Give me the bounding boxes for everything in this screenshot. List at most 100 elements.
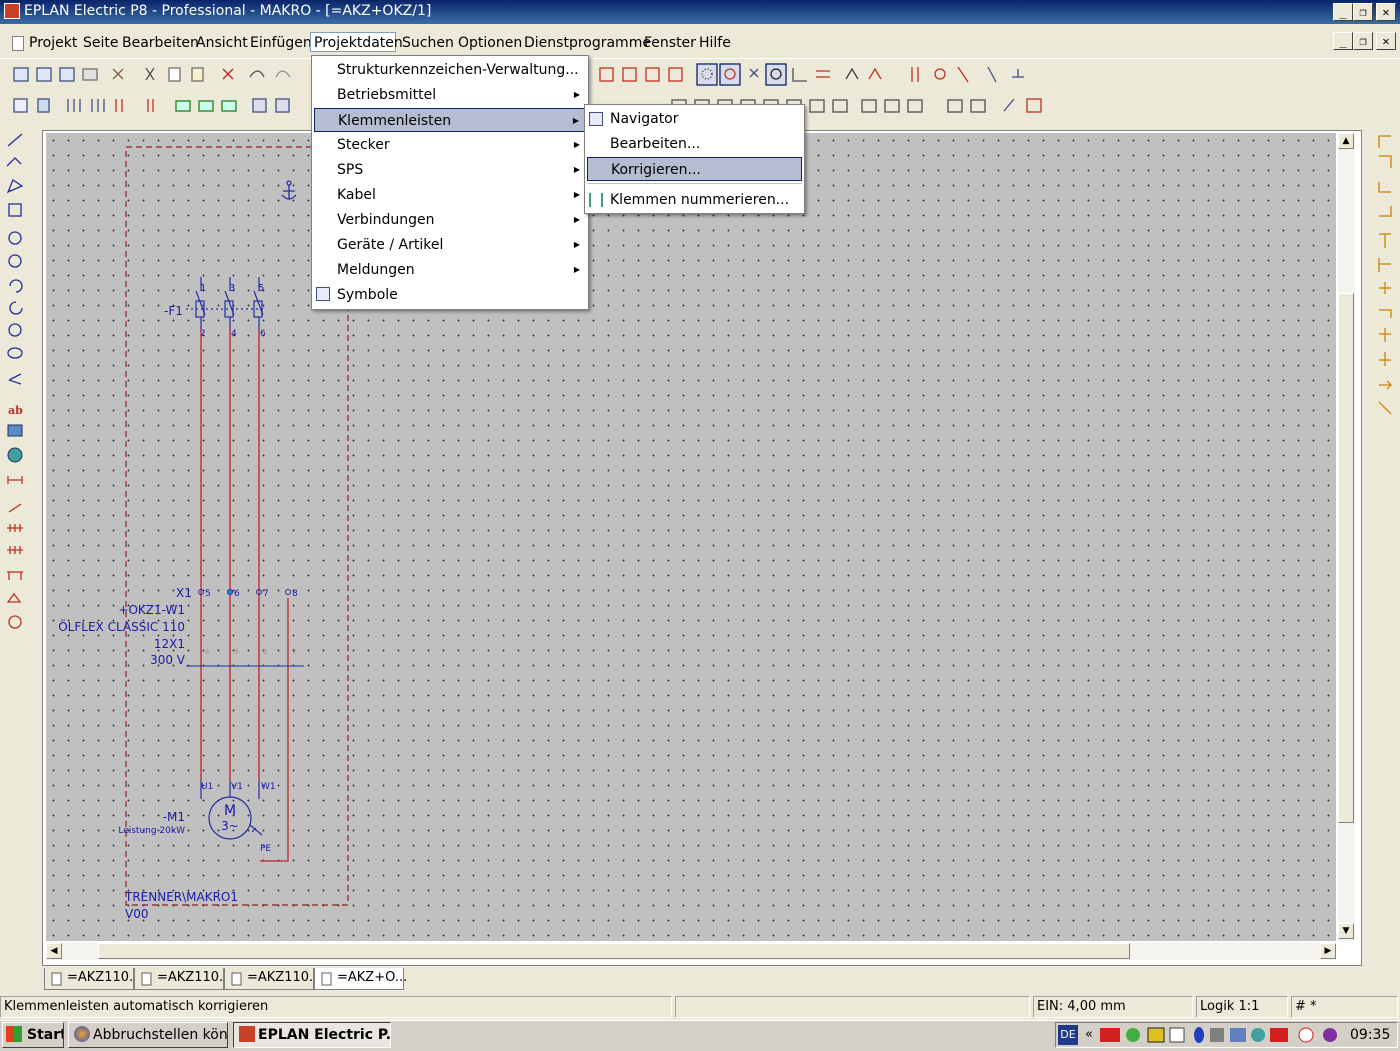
menu-suchen[interactable]: Suchen bbox=[399, 33, 457, 53]
tray-expand-icon[interactable]: « bbox=[1085, 1027, 1093, 1042]
task-label: Abbruchstellen kön... bbox=[93, 1027, 228, 1043]
menu-dienstprogramme[interactable]: Dienstprogramme bbox=[521, 33, 654, 53]
numbering-icon bbox=[589, 193, 603, 207]
close-button[interactable]: ✕ bbox=[1376, 3, 1396, 21]
motor-m-label: M bbox=[224, 803, 236, 819]
cable-id: +OKZ1-W1 bbox=[118, 603, 185, 617]
task-firefox[interactable]: Abbruchstellen kön... bbox=[68, 1022, 228, 1048]
task-eplan[interactable]: EPLAN Electric P... bbox=[233, 1022, 391, 1048]
projektdaten-menu: Strukturkennzeichen-Verwaltung... Betrie… bbox=[311, 55, 589, 310]
menu-projektdaten[interactable]: Projektdaten bbox=[310, 32, 403, 52]
menu-bearbeiten[interactable]: Bearbeiten bbox=[119, 33, 202, 53]
status-empty bbox=[675, 996, 1030, 1018]
doc-minimize-button[interactable]: _ bbox=[1333, 32, 1353, 50]
motor-label: -M1 bbox=[163, 810, 185, 824]
status-hash: # * bbox=[1291, 996, 1398, 1018]
menu-item-meldungen[interactable]: Meldungen ▶ bbox=[314, 258, 586, 282]
submenu-item-korrigieren[interactable]: Korrigieren... bbox=[587, 157, 802, 181]
macro-variant: V00 bbox=[125, 907, 148, 921]
window-title: EPLAN Electric P8 - Professional - MAKRO… bbox=[24, 3, 432, 19]
left-drawing-toolbar[interactable]: ab bbox=[2, 128, 30, 638]
scroll-left-button[interactable]: ◀ bbox=[46, 943, 62, 959]
terminal-7: 7 bbox=[263, 589, 269, 599]
menu-item-stecker[interactable]: Stecker ▶ bbox=[314, 133, 586, 157]
app-icon[interactable] bbox=[4, 3, 20, 19]
menu-projekt[interactable]: Projekt bbox=[26, 33, 80, 53]
menu-optionen[interactable]: Optionen bbox=[455, 33, 525, 53]
fuse-pin-3: 3 bbox=[229, 283, 235, 294]
cable-voltage: 300 V bbox=[150, 653, 186, 667]
menu-bar: Projekt Seite Bearbeiten Ansicht Einfüge… bbox=[0, 30, 1400, 54]
submenu-item-klemmen-nummerieren[interactable]: Klemmen nummerieren... bbox=[587, 188, 802, 212]
core-4: 4 bbox=[205, 648, 210, 656]
menu-fenster[interactable]: Fenster bbox=[641, 33, 699, 53]
svg-text:ab: ab bbox=[8, 404, 23, 417]
menu-ansicht[interactable]: Ansicht bbox=[193, 33, 251, 53]
status-ein: EIN: 4,00 mm bbox=[1033, 996, 1193, 1018]
core-6: 6 bbox=[263, 648, 268, 656]
terminal-strip-label: X1 bbox=[176, 586, 192, 600]
doc-restore-button[interactable]: ❐ bbox=[1353, 32, 1373, 50]
menu-item-strukturkennzeichen[interactable]: Strukturkennzeichen-Verwaltung... bbox=[314, 58, 586, 82]
tray-icons[interactable] bbox=[1098, 1025, 1343, 1045]
menu-item-geraete-artikel[interactable]: Geräte / Artikel ▶ bbox=[314, 233, 586, 257]
scroll-up-button[interactable]: ▲ bbox=[1338, 133, 1354, 149]
status-logik: Logik 1:1 bbox=[1196, 996, 1288, 1018]
menu-item-symbole[interactable]: Symbole bbox=[314, 283, 586, 307]
minimize-button[interactable]: _ bbox=[1333, 3, 1353, 21]
fuse-label: -F1 bbox=[164, 304, 183, 318]
anchor-icon bbox=[281, 180, 297, 200]
core-7: 7 bbox=[292, 648, 296, 656]
motor-pin-u1: U1 bbox=[201, 782, 213, 792]
vertical-scroll-thumb[interactable] bbox=[1338, 293, 1354, 823]
terminal-5: 5 bbox=[205, 589, 211, 599]
menu-item-betriebsmittel[interactable]: Betriebsmittel ▶ bbox=[314, 83, 586, 107]
motor-pin-w1: W1 bbox=[261, 782, 276, 792]
doc-close-button[interactable]: ✕ bbox=[1376, 32, 1396, 50]
fuse-pin-5: 5 bbox=[258, 283, 264, 294]
vertical-scrollbar[interactable]: ▲ ▼ bbox=[1338, 133, 1355, 941]
clock: 09:35 bbox=[1350, 1027, 1391, 1043]
horizontal-scrollbar[interactable]: ◀ ▶ bbox=[46, 943, 1336, 960]
terminal-6: 6 bbox=[234, 589, 240, 599]
fuse-switch bbox=[186, 277, 266, 329]
firefox-icon bbox=[74, 1026, 90, 1042]
menu-item-sps[interactable]: SPS ▶ bbox=[314, 158, 586, 182]
cable-type: ÖLFLEX CLASSIC 110 bbox=[58, 618, 185, 634]
language-indicator[interactable]: DE bbox=[1058, 1025, 1078, 1045]
menu-einfuegen[interactable]: Einfügen bbox=[247, 33, 315, 53]
motor-power: Leistung 20kW bbox=[118, 826, 185, 836]
symbol-library-icon bbox=[316, 287, 330, 301]
menu-hilfe[interactable]: Hilfe bbox=[696, 33, 734, 53]
terminal-8: 8 bbox=[292, 589, 298, 599]
document-icon bbox=[12, 36, 24, 51]
page-tab-icons bbox=[51, 972, 332, 986]
terminals bbox=[198, 589, 291, 595]
submenu-separator bbox=[587, 183, 802, 184]
motor-pin-v1: V1 bbox=[231, 782, 243, 792]
submenu-item-navigator[interactable]: Navigator bbox=[587, 107, 802, 131]
menu-seite[interactable]: Seite bbox=[80, 33, 122, 53]
navigator-icon bbox=[589, 112, 603, 126]
macro-name: TRENNER\MAKRO1 bbox=[124, 890, 238, 904]
status-message: Klemmenleisten automatisch korrigieren bbox=[0, 996, 672, 1018]
fuse-pin-6: 6 bbox=[260, 329, 266, 339]
core-5: 5 bbox=[234, 648, 238, 656]
cable-cores: 12X1 bbox=[154, 637, 185, 651]
horizontal-scroll-thumb[interactable] bbox=[98, 943, 1130, 959]
right-connection-toolbar[interactable] bbox=[1373, 128, 1399, 428]
restore-button[interactable]: ❐ bbox=[1353, 3, 1373, 21]
scroll-down-button[interactable]: ▼ bbox=[1338, 923, 1354, 939]
task-label: EPLAN Electric P... bbox=[258, 1027, 391, 1043]
motor-phase-label: 3~ bbox=[221, 819, 239, 833]
menu-item-kabel[interactable]: Kabel ▶ bbox=[314, 183, 586, 207]
submenu-item-bearbeiten[interactable]: Bearbeiten... bbox=[587, 132, 802, 156]
menu-item-verbindungen[interactable]: Verbindungen ▶ bbox=[314, 208, 586, 232]
menu-item-klemmenleisten[interactable]: Klemmenleisten ▶ bbox=[314, 108, 586, 132]
pe-label: PE bbox=[260, 844, 271, 854]
start-label: Start bbox=[27, 1027, 64, 1043]
klemmenleisten-submenu: Navigator Bearbeiten... Korrigieren... K… bbox=[584, 104, 805, 214]
fuse-pin-1: 1 bbox=[200, 283, 206, 294]
scroll-right-button[interactable]: ▶ bbox=[1320, 943, 1336, 959]
eplan-icon bbox=[239, 1026, 255, 1042]
